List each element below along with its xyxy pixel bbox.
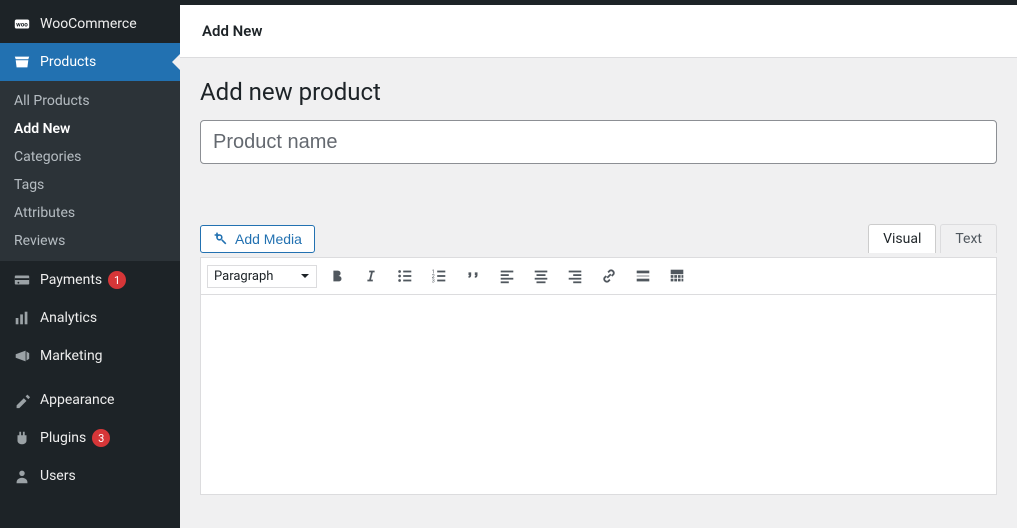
align-left-button[interactable] [493,262,521,290]
sidebar-item-products[interactable]: Products [0,43,180,81]
sidebar-item-appearance[interactable]: Appearance [0,381,180,419]
editor-toolbar: Paragraph 123 [200,257,997,295]
sidebar-item-label: Payments [40,272,102,288]
read-more-button[interactable] [629,262,657,290]
plugins-icon [12,428,32,448]
sidebar-subitem-all-products[interactable]: All Products [0,87,180,115]
add-media-button[interactable]: Add Media [200,225,315,253]
bold-icon [328,267,346,285]
blockquote-button[interactable] [459,262,487,290]
products-icon [12,52,32,72]
align-left-icon [498,267,516,285]
sidebar-subitem-label: Categories [14,149,81,165]
editor: Add Media Visual Text Paragraph [200,224,997,495]
chevron-down-icon [300,271,310,281]
read-more-icon [634,267,652,285]
align-center-icon [532,267,550,285]
admin-sidebar: woo WooCommerce Products All Products Ad… [0,5,180,528]
sidebar-item-label: Marketing [40,348,103,364]
format-select[interactable]: Paragraph [207,265,317,288]
sidebar-item-plugins[interactable]: Plugins 3 [0,419,180,457]
sidebar-subitem-label: Attributes [14,205,75,221]
page-header: Add New [180,5,1017,58]
product-name-input[interactable] [200,120,997,164]
sidebar-item-label: Users [40,468,76,484]
quote-icon [464,267,482,285]
sidebar-subitem-add-new[interactable]: Add New [0,115,180,143]
bullet-list-icon [396,267,414,285]
sidebar-subitem-tags[interactable]: Tags [0,171,180,199]
italic-icon [362,267,380,285]
main-content: Add New Add new product Add Media Visual… [180,5,1017,528]
appearance-icon [12,390,32,410]
align-right-icon [566,267,584,285]
sidebar-item-analytics[interactable]: Analytics [0,299,180,337]
marketing-icon [12,346,32,366]
sidebar-item-payments[interactable]: Payments 1 [0,261,180,299]
sidebar-subitem-label: All Products [14,93,90,109]
sidebar-subitem-reviews[interactable]: Reviews [0,227,180,255]
sidebar-item-label: Plugins [40,430,86,446]
add-media-label: Add Media [235,231,302,247]
sidebar-item-label: Appearance [40,392,114,408]
numbered-list-button[interactable]: 123 [425,262,453,290]
sidebar-subitem-label: Tags [14,177,44,193]
italic-button[interactable] [357,262,385,290]
page-title: Add new product [200,78,997,106]
format-select-value: Paragraph [214,269,273,284]
bullet-list-button[interactable] [391,262,419,290]
editor-body[interactable] [200,295,997,495]
sidebar-submenu-products: All Products Add New Categories Tags Att… [0,81,180,261]
analytics-icon [12,308,32,328]
link-button[interactable] [595,262,623,290]
link-icon [600,267,618,285]
woocommerce-icon: woo [12,14,32,34]
sidebar-item-marketing[interactable]: Marketing [0,337,180,375]
toolbar-toggle-button[interactable] [663,262,691,290]
sidebar-subitem-label: Add New [14,121,70,137]
sidebar-item-label: WooCommerce [40,16,137,32]
numbered-list-icon: 123 [430,267,448,285]
media-icon [213,231,229,247]
header-tab-label: Add New [202,22,262,40]
users-icon [12,466,32,486]
sidebar-subitem-categories[interactable]: Categories [0,143,180,171]
svg-text:3: 3 [432,278,435,284]
sidebar-item-label: Products [40,54,96,70]
sidebar-item-label: Analytics [40,310,97,326]
bold-button[interactable] [323,262,351,290]
toolbar-toggle-icon [668,267,686,285]
sidebar-subitem-attributes[interactable]: Attributes [0,199,180,227]
payments-icon [12,270,32,290]
sidebar-subitem-label: Reviews [14,233,65,249]
sidebar-item-woocommerce[interactable]: woo WooCommerce [0,5,180,43]
align-center-button[interactable] [527,262,555,290]
editor-tabs: Visual Text [868,224,997,253]
svg-text:woo: woo [16,21,28,29]
align-right-button[interactable] [561,262,589,290]
count-badge: 1 [108,271,126,289]
sidebar-item-users[interactable]: Users [0,457,180,495]
count-badge: 3 [92,429,110,447]
tab-text[interactable]: Text [940,224,997,253]
tab-visual[interactable]: Visual [868,224,936,253]
